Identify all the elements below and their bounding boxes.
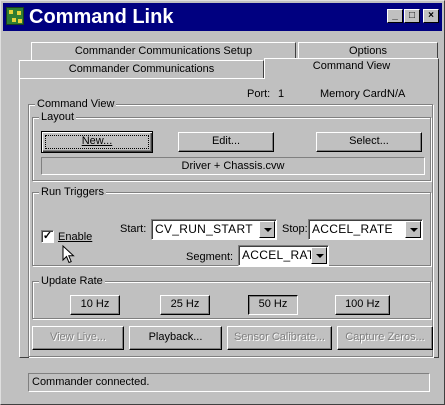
rate-25hz-button[interactable]: 25 Hz xyxy=(160,295,210,315)
layout-file-name: Driver + Chassis.cvw xyxy=(181,160,285,172)
select-layout-button[interactable]: Select... xyxy=(316,132,422,152)
maximize-button[interactable]: □ xyxy=(404,9,420,23)
view-live-label: View Live... xyxy=(49,331,107,343)
playback-button[interactable]: Playback... xyxy=(129,326,222,350)
rate-10hz-button[interactable]: 10 Hz xyxy=(70,295,120,315)
view-live-button[interactable]: View Live... xyxy=(32,326,124,350)
command-view-legend: Command View xyxy=(35,97,117,111)
layout-legend: Layout xyxy=(39,110,77,124)
edit-button-label: Edit... xyxy=(211,135,241,147)
sensor-calibrate-button[interactable]: Sensor Calibrate... xyxy=(227,326,332,350)
select-button-label: Select... xyxy=(349,135,389,147)
capture-zeros-label: Capture Zeros... xyxy=(345,331,425,343)
port-value: 1 xyxy=(278,88,285,100)
rate-50hz-label: 50 Hz xyxy=(258,298,288,310)
tab-commander-communications-setup[interactable]: Commander Communications Setup xyxy=(31,42,296,60)
memory-card-label: Memory Card: xyxy=(320,88,390,100)
start-label: Start: xyxy=(120,223,147,235)
tab-commander-communications[interactable]: Commander Communications xyxy=(19,60,264,78)
enable-label[interactable]: Enable xyxy=(58,230,92,244)
window-title: Command Link xyxy=(29,6,174,28)
rate-100hz-button[interactable]: 100 Hz xyxy=(335,295,390,315)
run-triggers-legend: Run Triggers xyxy=(39,185,106,199)
stop-trigger-select[interactable]: ACCEL_RATE xyxy=(308,219,423,240)
edit-layout-button[interactable]: Edit... xyxy=(178,132,274,152)
new-layout-button[interactable]: New... xyxy=(41,131,153,153)
close-button[interactable]: × xyxy=(423,9,439,23)
focus-indicator xyxy=(45,135,149,149)
rate-50hz-button[interactable]: 50 Hz xyxy=(248,295,298,315)
segment-label: Segment: xyxy=(186,251,234,263)
start-trigger-select[interactable]: CV_RUN_START xyxy=(151,219,277,240)
capture-zeros-button[interactable]: Capture Zeros... xyxy=(337,326,433,350)
update-rate-legend: Update Rate xyxy=(39,274,105,288)
layout-file-display: Driver + Chassis.cvw xyxy=(41,157,425,175)
chevron-down-icon[interactable] xyxy=(259,221,275,238)
minimize-button[interactable]: _ xyxy=(387,9,403,23)
tab-panel-command-view: Port: 1 Memory Card: N/A Command View La… xyxy=(19,78,439,358)
chevron-down-icon[interactable] xyxy=(405,221,421,238)
title-bar[interactable]: Command Link _ □ × xyxy=(3,3,442,31)
stop-trigger-value: ACCEL_RATE xyxy=(312,222,393,236)
stop-label: Stop: xyxy=(282,223,308,235)
status-bar: Commander connected. xyxy=(28,373,430,392)
enable-checkbox[interactable]: ✓ xyxy=(41,230,54,243)
chevron-down-icon[interactable] xyxy=(311,247,327,264)
playback-label: Playback... xyxy=(148,331,203,343)
segment-select[interactable]: ACCEL_RATE xyxy=(238,245,329,266)
rate-100hz-label: 100 Hz xyxy=(345,298,380,310)
rate-10hz-label: 10 Hz xyxy=(80,298,110,310)
command-link-window: Command Link _ □ × Commander Communicati… xyxy=(0,0,445,405)
mouse-cursor-icon xyxy=(62,245,75,264)
status-text: Commander connected. xyxy=(32,376,150,388)
tab-command-view[interactable]: Command View xyxy=(264,58,439,79)
memory-card-value: N/A xyxy=(387,88,406,100)
port-label: Port: xyxy=(247,88,271,100)
rate-25hz-label: 25 Hz xyxy=(170,298,200,310)
start-trigger-value: CV_RUN_START xyxy=(155,222,253,236)
sensor-calibrate-label: Sensor Calibrate... xyxy=(233,331,326,343)
command-link-app-icon[interactable] xyxy=(6,7,24,25)
